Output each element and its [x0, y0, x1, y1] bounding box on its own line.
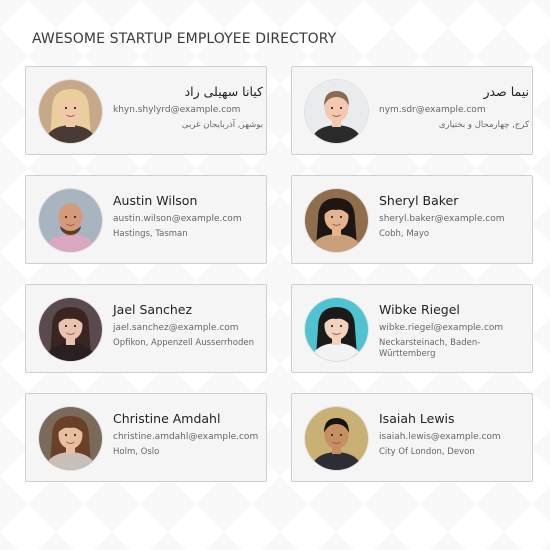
employee-location: Holm, Oslo	[113, 447, 160, 457]
employee-name: Christine Amdahl	[113, 411, 221, 426]
employee-email: nym.sdr@example.com	[379, 105, 486, 115]
employee-email: christine.amdahl@example.com	[113, 432, 259, 442]
employee-location: Hastings, Tasman	[113, 229, 188, 239]
employee-location: City Of London, Devon	[379, 447, 475, 457]
employee-card[interactable]: Austin Wilson austin.wilson@example.com …	[25, 175, 267, 264]
employee-name: Sheryl Baker	[379, 193, 459, 208]
employee-card[interactable]: کیانا سهیلی راد khyn.shylyrd@example.com…	[25, 66, 267, 155]
employee-name: کیانا سهیلی راد	[184, 84, 263, 99]
avatar	[39, 189, 102, 252]
employee-card[interactable]: Isaiah Lewis isaiah.lewis@example.com Ci…	[291, 393, 533, 482]
employee-email: khyn.shylyrd@example.com	[113, 105, 241, 115]
employee-location: Cobh, Mayo	[379, 229, 430, 239]
employee-name: Isaiah Lewis	[379, 411, 455, 426]
avatar	[305, 80, 368, 143]
employee-card[interactable]: Christine Amdahl christine.amdahl@exampl…	[25, 393, 267, 482]
avatar	[39, 80, 102, 143]
employee-card[interactable]: Sheryl Baker sheryl.baker@example.com Co…	[291, 175, 533, 264]
avatar	[305, 407, 368, 470]
employee-name: Austin Wilson	[113, 193, 198, 208]
avatar	[39, 407, 102, 470]
employee-location: Opfikon, Appenzell Ausserrhoden	[113, 338, 254, 348]
avatar	[305, 298, 368, 361]
employee-location: Neckarsteinach, Baden-Württemberg	[379, 338, 481, 359]
employee-email: austin.wilson@example.com	[113, 214, 242, 224]
employee-email: sheryl.baker@example.com	[379, 214, 505, 224]
employee-location: بوشهر, آذربایجان غربی	[181, 120, 263, 130]
employee-grid: کیانا سهیلی راد khyn.shylyrd@example.com…	[25, 66, 533, 482]
employee-email: jael.sanchez@example.com	[113, 323, 239, 333]
avatar	[305, 189, 368, 252]
employee-email: wibke.riegel@example.com	[379, 323, 504, 333]
employee-name: Jael Sanchez	[113, 302, 193, 317]
page-title: AWESOME STARTUP EMPLOYEE DIRECTORY	[32, 31, 337, 47]
employee-name: Wibke Riegel	[379, 302, 460, 317]
employee-location: کرج, چهارمحال و بختیاری	[438, 120, 529, 130]
avatar	[39, 298, 102, 361]
employee-email: isaiah.lewis@example.com	[379, 432, 501, 442]
employee-card[interactable]: نیما صدر nym.sdr@example.com کرج, چهارمح…	[291, 66, 533, 155]
employee-name: نیما صدر	[483, 84, 529, 99]
employee-card[interactable]: Jael Sanchez jael.sanchez@example.com Op…	[25, 284, 267, 373]
employee-card[interactable]: Wibke Riegel wibke.riegel@example.com Ne…	[291, 284, 533, 373]
